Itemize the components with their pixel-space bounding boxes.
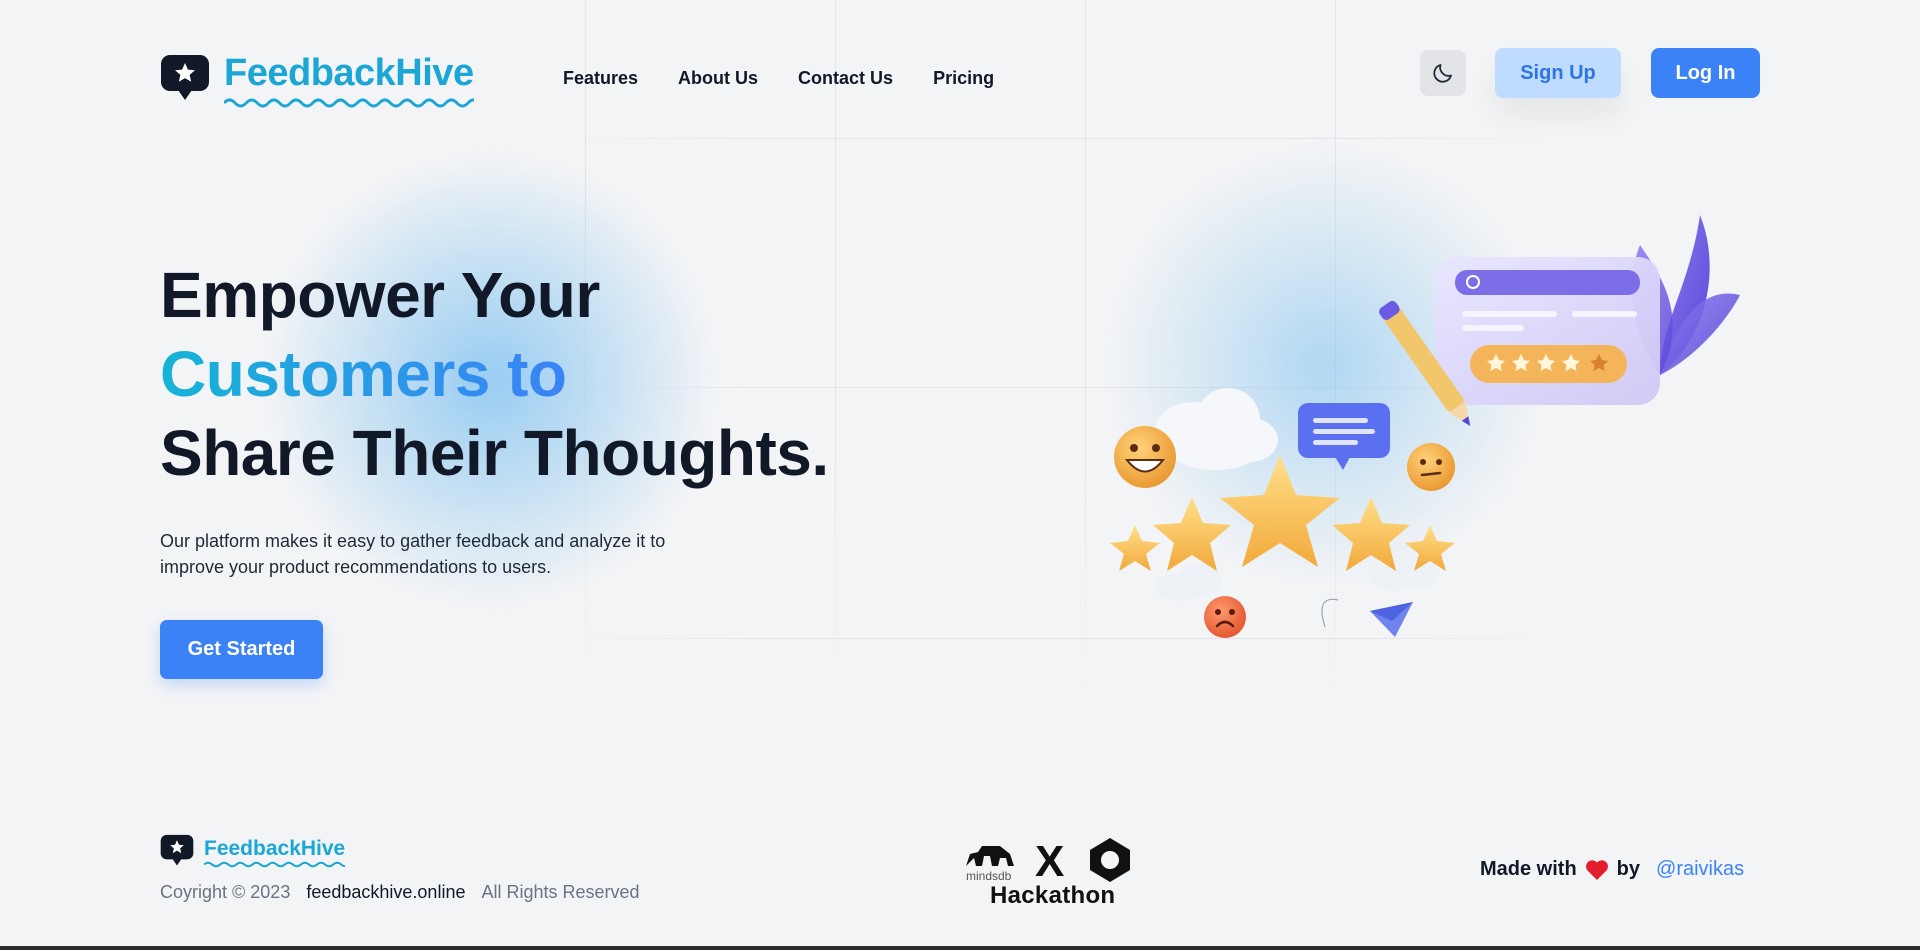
star-shape xyxy=(1220,455,1340,567)
site-header: FeedbackHive Features About Us Contact U… xyxy=(0,0,1920,140)
footer-brand-name: FeedbackHive xyxy=(204,836,346,867)
hero-description: Our platform makes it easy to gather fee… xyxy=(160,528,720,580)
theme-toggle-button[interactable] xyxy=(1420,50,1466,96)
nav-pricing[interactable]: Pricing xyxy=(933,68,994,89)
hero-description-line-2: improve your product recommendations to … xyxy=(160,557,552,577)
rights-text: All Rights Reserved xyxy=(481,882,640,902)
hero-description-line-1: Our platform makes it easy to gather fee… xyxy=(160,531,666,551)
hero-title-line-3: Share Their Thoughts. xyxy=(160,417,829,489)
author-handle-link[interactable]: @raivikas xyxy=(1656,858,1744,881)
happy-face-shape xyxy=(1114,426,1176,488)
hero-title-line-1: Empower Your xyxy=(160,259,600,331)
wave-underline xyxy=(224,98,474,108)
nav-features[interactable]: Features xyxy=(563,68,638,89)
heart-icon xyxy=(1585,859,1608,880)
hackathon-partner-icon xyxy=(1090,838,1130,882)
hero-title: Empower Your Customers to Share Their Th… xyxy=(160,256,829,493)
signup-button[interactable]: Sign Up xyxy=(1495,48,1621,98)
hero-title-line-2: Customers to xyxy=(160,338,567,410)
footer-logo[interactable]: FeedbackHive xyxy=(160,834,346,867)
mindsdb-text: mindsdb xyxy=(966,869,1012,883)
sad-face-shape xyxy=(1204,596,1246,638)
footer-brand-name-text: FeedbackHive xyxy=(204,836,346,860)
neutral-face-shape xyxy=(1407,443,1455,491)
copyright-text: Coyright © 2023 xyxy=(160,882,291,902)
wave-underline xyxy=(204,861,346,867)
made-with-text: Made with xyxy=(1480,858,1577,880)
made-with: Made with by @raivikas xyxy=(1480,858,1744,881)
site-link[interactable]: feedbackhive.online xyxy=(306,882,465,903)
brand-name: FeedbackHive xyxy=(224,52,474,108)
get-started-button[interactable]: Get Started xyxy=(160,620,323,679)
hackathon-label: Hackathon xyxy=(990,882,1116,909)
mindsdb-logo-icon: mindsdb xyxy=(966,846,1014,883)
main-nav: Features About Us Contact Us Pricing xyxy=(563,68,994,89)
bottom-bar xyxy=(0,946,1920,950)
hackathon-x: X xyxy=(1035,837,1065,886)
feedback-illustration xyxy=(1110,215,1740,638)
feedback-bubble-icon xyxy=(160,834,194,866)
login-button[interactable]: Log In xyxy=(1651,48,1760,98)
brand-name-text: FeedbackHive xyxy=(224,52,474,94)
moon-icon xyxy=(1433,64,1452,83)
nav-about-us[interactable]: About Us xyxy=(678,68,758,89)
nav-contact-us[interactable]: Contact Us xyxy=(798,68,893,89)
brand-logo[interactable]: FeedbackHive xyxy=(160,52,474,108)
footer-copyright: Coyright © 2023 feedbackhive.online All … xyxy=(160,882,640,903)
feedback-bubble-icon xyxy=(160,54,210,102)
by-text: by xyxy=(1616,858,1641,880)
